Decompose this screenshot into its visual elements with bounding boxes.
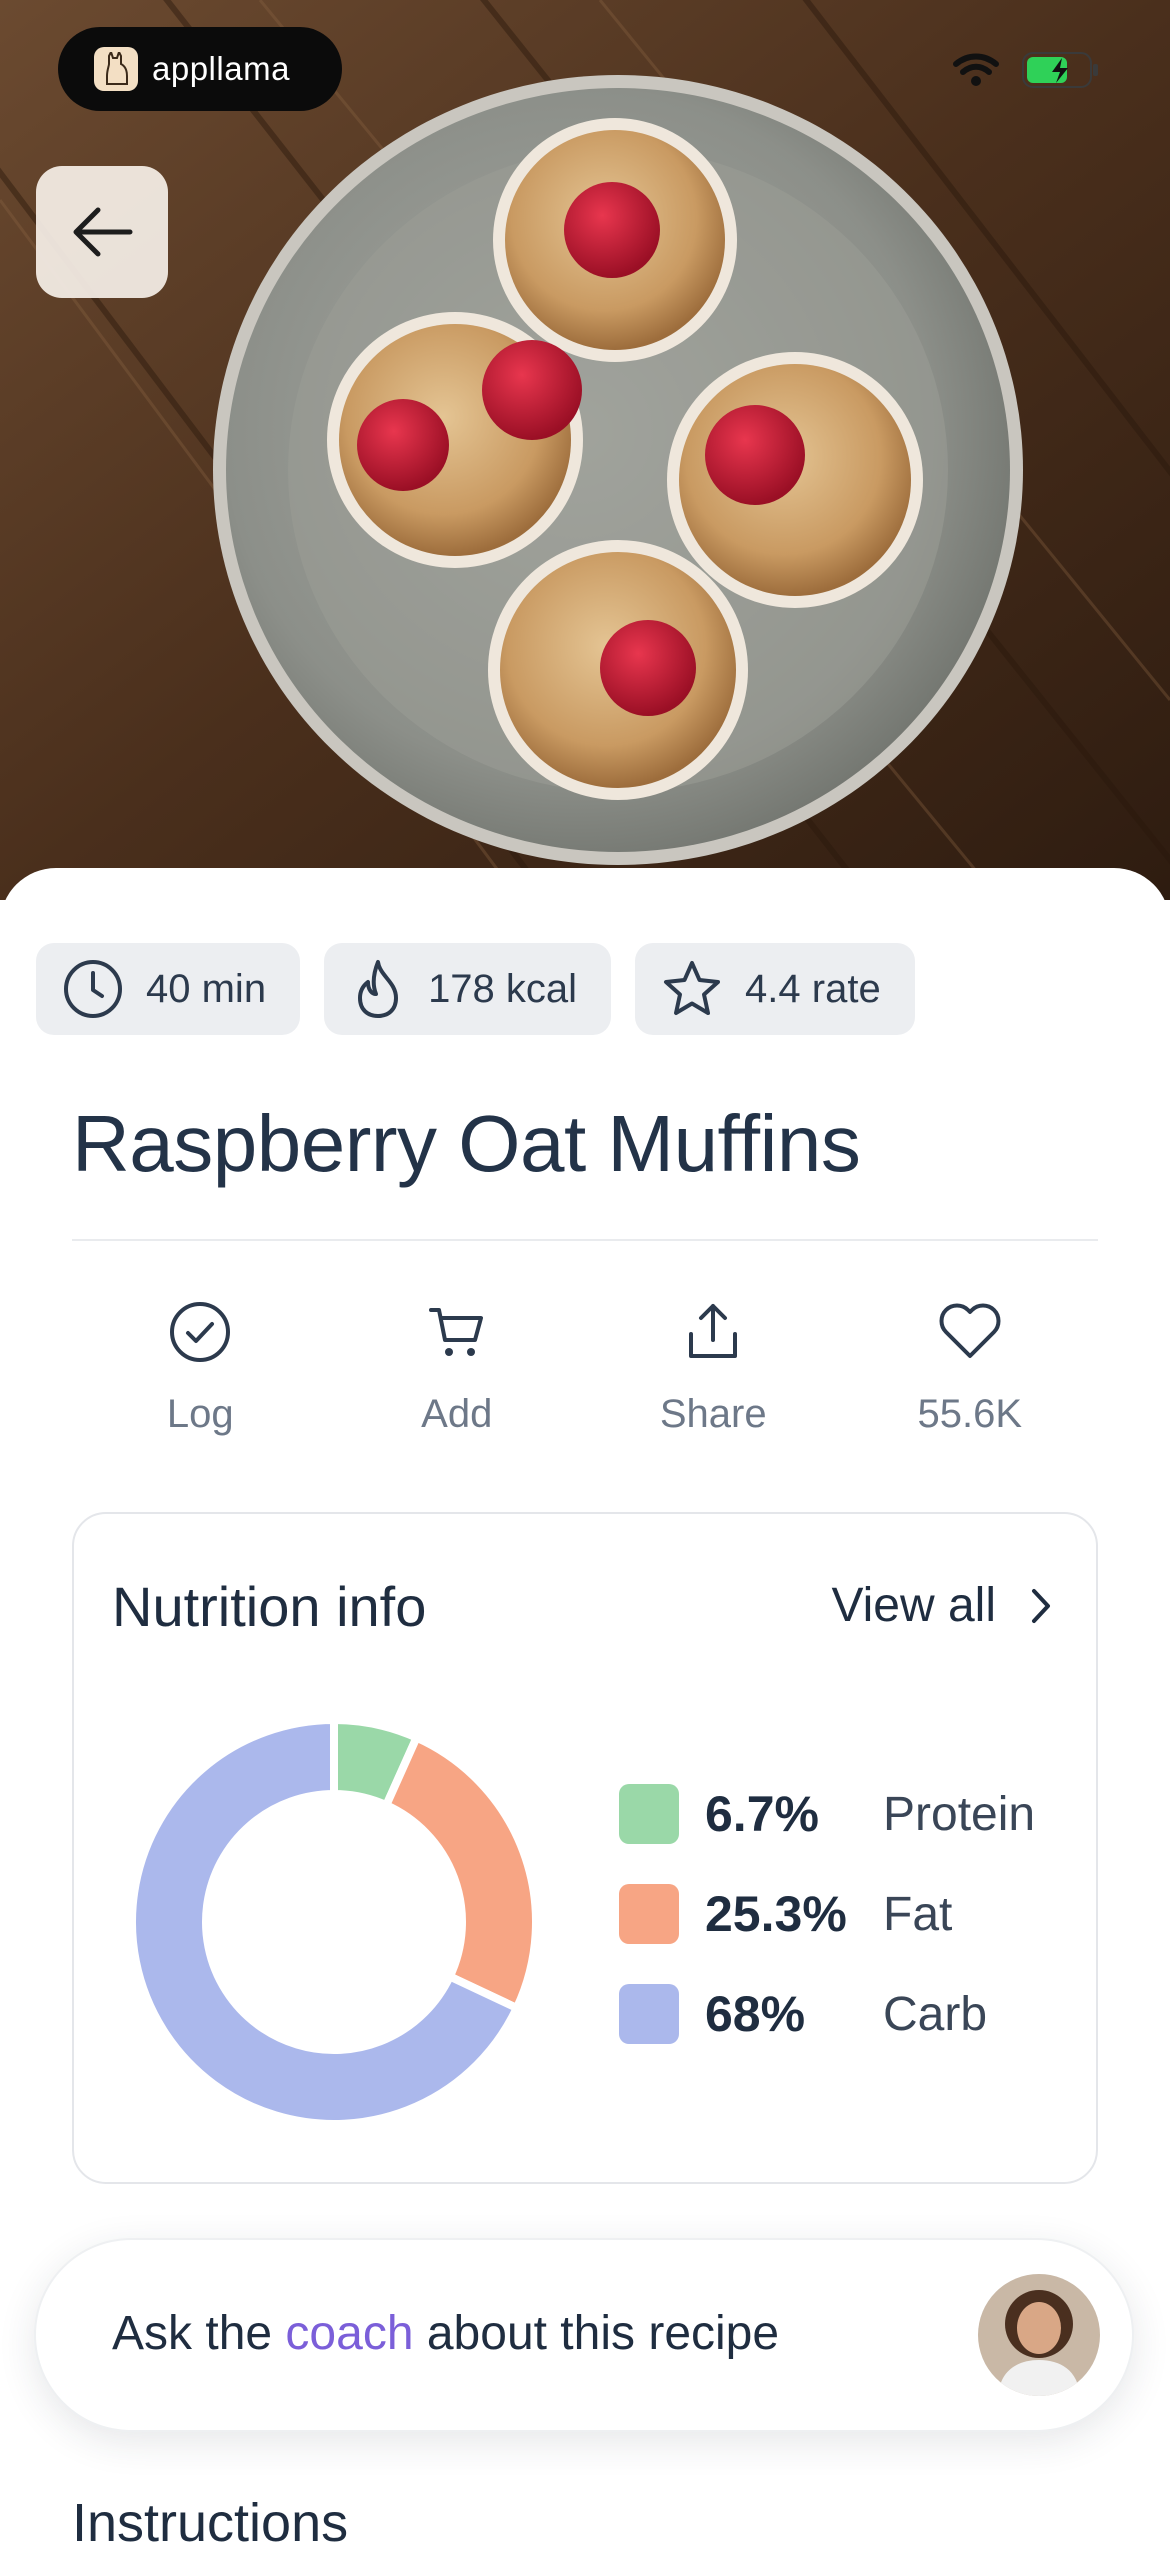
battery-charging-icon — [1022, 52, 1098, 88]
fat-label: Fat — [883, 1887, 953, 1941]
arrow-left-icon — [73, 207, 133, 257]
legend-fat: 25.3% Fat — [619, 1884, 1035, 1944]
share-label: Share — [659, 1392, 767, 1436]
coach-prompt: Ask the coach about this recipe — [112, 2306, 779, 2361]
share-button[interactable]: Share — [585, 1300, 842, 1437]
star-icon — [664, 961, 721, 1015]
carb-swatch — [619, 1984, 679, 2044]
status-bar — [952, 52, 1100, 88]
donut-slice-fat — [381, 1732, 540, 2014]
carb-percent: 68% — [705, 1986, 806, 2042]
heart-icon — [939, 1303, 1001, 1358]
time-chip: 40 min — [36, 943, 301, 1035]
ask-coach-bar[interactable]: Ask the coach about this recipe — [36, 2240, 1132, 2430]
recipe-hero-image — [0, 0, 1170, 900]
protein-label: Protein — [883, 1787, 1036, 1841]
clock-icon — [64, 960, 122, 1018]
recipe-title: Raspberry Oat Muffins — [72, 1099, 861, 1188]
favorite-button[interactable]: 55.6K — [842, 1300, 1099, 1437]
divider — [72, 1239, 1098, 1241]
calories-label: 178 kcal — [428, 966, 578, 1011]
calories-chip: 178 kcal — [324, 943, 612, 1035]
rating-label: 4.4 rate — [745, 966, 881, 1011]
check-circle-icon — [170, 1302, 231, 1362]
nutrition-card: Nutrition info View all 6.7% Protein 25.… — [72, 1512, 1098, 2184]
coach-highlight: coach — [285, 2307, 414, 2360]
brand-name: appllama — [152, 50, 290, 87]
add-to-cart-button[interactable]: Add — [329, 1300, 586, 1437]
wifi-icon — [953, 53, 999, 86]
fat-percent: 25.3% — [705, 1886, 847, 1942]
chevron-right-icon — [1032, 1588, 1050, 1623]
macro-donut-chart — [128, 1715, 540, 2128]
time-label: 40 min — [146, 966, 267, 1011]
coach-avatar[interactable] — [978, 2274, 1100, 2396]
view-all-label: View all — [831, 1579, 996, 1632]
cart-icon — [428, 1308, 483, 1356]
coach-suffix: about this recipe — [413, 2307, 780, 2360]
llama-icon — [94, 47, 138, 91]
coach-prefix: Ask the — [112, 2307, 286, 2360]
instructions-heading: Instructions — [72, 2493, 349, 2553]
rating-chip: 4.4 rate — [635, 943, 915, 1035]
fat-swatch — [619, 1884, 679, 1944]
back-button[interactable] — [36, 166, 168, 298]
share-icon — [689, 1304, 738, 1358]
nutrition-title: Nutrition info — [112, 1575, 427, 1638]
recipe-stats: 40 min 178 kcal 4.4 rate — [36, 943, 915, 1035]
view-all-link[interactable]: View all — [831, 1578, 1052, 1633]
carb-label: Carb — [883, 1987, 988, 2041]
legend-protein: 6.7% Protein — [619, 1784, 1035, 1844]
likes-count: 55.6K — [917, 1392, 1023, 1436]
macro-legend: 6.7% Protein 25.3% Fat 68% Carb — [619, 1784, 1035, 2084]
recipe-actions: Log Add Share 55.6K — [72, 1300, 1098, 1437]
add-label: Add — [421, 1392, 493, 1436]
protein-percent: 6.7% — [705, 1786, 819, 1842]
muffins-photo — [0, 0, 1170, 900]
brand-badge: appllama — [58, 27, 342, 111]
flame-icon — [358, 960, 399, 1018]
log-button[interactable]: Log — [72, 1300, 329, 1437]
legend-carb: 68% Carb — [619, 1984, 1035, 2044]
log-label: Log — [166, 1392, 234, 1436]
protein-swatch — [619, 1784, 679, 1844]
